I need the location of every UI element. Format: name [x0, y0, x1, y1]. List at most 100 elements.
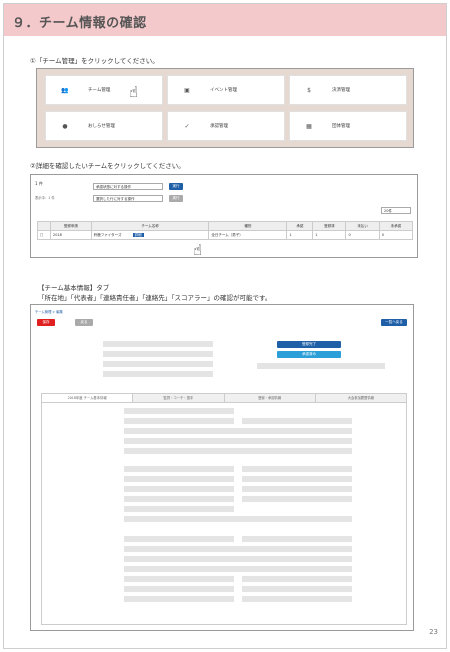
- field[interactable]: [103, 361, 213, 367]
- team-table: 登録申請 チーム名称 種別 承認 登録済 未払い 未承認 □ 2018 鈴鹿ファ…: [37, 221, 414, 240]
- field[interactable]: [124, 466, 234, 472]
- field[interactable]: [242, 496, 352, 502]
- page-title: ９．チーム情報の確認: [12, 16, 147, 31]
- back-button[interactable]: 戻る: [75, 319, 93, 326]
- apply-button[interactable]: 承認済み: [277, 351, 341, 358]
- tile-label: 団体管理: [332, 124, 350, 129]
- col-check[interactable]: [37, 221, 51, 231]
- col-header: 未払い: [345, 221, 380, 231]
- cell: 0: [345, 230, 380, 240]
- step1-instruction: ①「チーム管理」をクリックしてください。: [30, 57, 159, 65]
- subtab-basic[interactable]: 2018年度 チーム基本情報: [42, 394, 134, 402]
- filter-select-1[interactable]: 承認状態に対する操作: [93, 183, 163, 190]
- team-name-cell[interactable]: 鈴鹿ファイターズ 詳細: [90, 230, 210, 240]
- field[interactable]: [124, 516, 352, 522]
- field[interactable]: [124, 448, 352, 454]
- table-row[interactable]: □ 2018 鈴鹿ファイターズ 詳細 全日チーム（男子） 1 1 0 0: [37, 230, 414, 240]
- field[interactable]: [242, 576, 352, 582]
- col-header: 承認: [286, 221, 314, 231]
- field[interactable]: [242, 476, 352, 482]
- subtab-bar: 2018年度 チーム基本情報 監督・コーチ・選手 登録・承認情報 大会参加履歴情…: [42, 394, 406, 403]
- subtab-history[interactable]: 大会参加履歴情報: [315, 394, 406, 402]
- check-icon: ✓: [184, 122, 190, 130]
- header-bar: ９．チーム情報の確認: [4, 4, 446, 36]
- field[interactable]: [124, 576, 234, 582]
- row-checkbox[interactable]: □: [37, 230, 51, 240]
- display-count: 表示中：1 件: [35, 196, 55, 200]
- tile-label: 決済管理: [332, 88, 350, 93]
- pointer-hand-icon: ☝: [193, 241, 203, 259]
- field[interactable]: [124, 428, 352, 434]
- tile-approval[interactable]: ✓ 承認管理: [167, 111, 285, 141]
- breadcrumb[interactable]: チーム管理 > 編集: [35, 309, 63, 314]
- team-name: 鈴鹿ファイターズ: [93, 232, 122, 237]
- field[interactable]: [257, 363, 385, 369]
- field[interactable]: [124, 486, 234, 492]
- result-count: 1 件: [35, 181, 43, 186]
- tile-organization[interactable]: ▦ 団体管理: [289, 111, 407, 141]
- field[interactable]: [242, 596, 352, 602]
- field[interactable]: [242, 536, 352, 542]
- field[interactable]: [242, 486, 352, 492]
- cell: 0: [378, 230, 414, 240]
- detail-button[interactable]: 詳細: [132, 232, 144, 237]
- filter2-value: 選択した行に対する操作: [96, 197, 135, 201]
- list-button[interactable]: 一覧へ戻る: [381, 319, 407, 326]
- col-header: 登録済: [312, 221, 347, 231]
- tile-event[interactable]: ▣ イベント管理: [167, 75, 285, 105]
- subtab-members[interactable]: 監督・コーチ・選手: [133, 394, 225, 402]
- field[interactable]: [124, 438, 352, 444]
- field[interactable]: [124, 408, 234, 414]
- field[interactable]: [124, 566, 352, 572]
- tile-label: おしらせ管理: [88, 124, 115, 129]
- field[interactable]: [242, 466, 352, 472]
- save-button[interactable]: 保存: [37, 319, 55, 326]
- tab-description: 「所在地」「代表者」「連絡責任者」「連絡先」「スコアラー」の確認が可能です。: [38, 294, 272, 302]
- cell: 1: [312, 230, 347, 240]
- field[interactable]: [242, 418, 352, 424]
- field[interactable]: [242, 586, 352, 592]
- table-header-row: 登録申請 チーム名称 種別 承認 登録済 未払い 未承認: [37, 221, 414, 231]
- step2-instruction: ②詳細を確認したいチームをクリックしてください。: [30, 162, 185, 170]
- field[interactable]: [103, 351, 213, 357]
- tile-team[interactable]: 👥 チーム管理: [45, 75, 163, 105]
- field[interactable]: [124, 476, 234, 482]
- tile-notice[interactable]: ● おしらせ管理: [45, 111, 163, 141]
- team-detail-screenshot: チーム管理 > 編集 保存 戻る 一覧へ戻る 登録完了 承認済み 2018年度 …: [30, 304, 414, 631]
- cell: 全日チーム（男子）: [208, 230, 288, 240]
- col-header: 未承認: [378, 221, 414, 231]
- field[interactable]: [124, 546, 352, 552]
- execute-button-1[interactable]: 実行: [169, 183, 183, 190]
- field[interactable]: [103, 341, 213, 347]
- execute-button-2[interactable]: 実行: [169, 195, 183, 202]
- field[interactable]: [124, 536, 234, 542]
- tile-payment[interactable]: $ 決済管理: [289, 75, 407, 105]
- dollar-icon: $: [307, 86, 311, 94]
- menu-screenshot: 👥 チーム管理 ▣ イベント管理 $ 決済管理 ● おしらせ管理 ✓ 承認管理 ▦ 団体管理…: [36, 68, 414, 148]
- field[interactable]: [103, 371, 213, 377]
- tile-label: 承認管理: [210, 124, 228, 129]
- building-icon: ▦: [306, 122, 312, 130]
- subtab-registration[interactable]: 登録・承認情報: [224, 394, 316, 402]
- page-size-value: 20件: [384, 209, 392, 213]
- status-button[interactable]: 登録完了: [277, 341, 341, 348]
- page-size-select[interactable]: 20件: [381, 207, 411, 214]
- people-icon: 👥: [61, 86, 69, 94]
- page-number: 23: [429, 628, 438, 636]
- filter1-value: 承認状態に対する操作: [96, 185, 131, 189]
- tile-label: イベント管理: [210, 88, 237, 93]
- tile-label: チーム管理: [88, 88, 111, 93]
- filter-select-2[interactable]: 選択した行に対する操作: [93, 195, 163, 202]
- tab-title: 【チーム基本情報】タブ: [38, 284, 110, 292]
- calendar-icon: ▣: [184, 86, 190, 94]
- pointer-hand-icon: ☝: [129, 83, 139, 101]
- field[interactable]: [124, 586, 234, 592]
- field[interactable]: [124, 556, 352, 562]
- team-list-screenshot: 1 件 表示中：1 件 承認状態に対する操作 実行 選択した行に対する操作 実行…: [30, 174, 418, 258]
- field[interactable]: [124, 418, 234, 424]
- field[interactable]: [124, 596, 234, 602]
- field[interactable]: [124, 496, 234, 502]
- col-header: 登録申請: [50, 221, 92, 231]
- bell-icon: ●: [62, 122, 68, 130]
- field[interactable]: [124, 506, 234, 512]
